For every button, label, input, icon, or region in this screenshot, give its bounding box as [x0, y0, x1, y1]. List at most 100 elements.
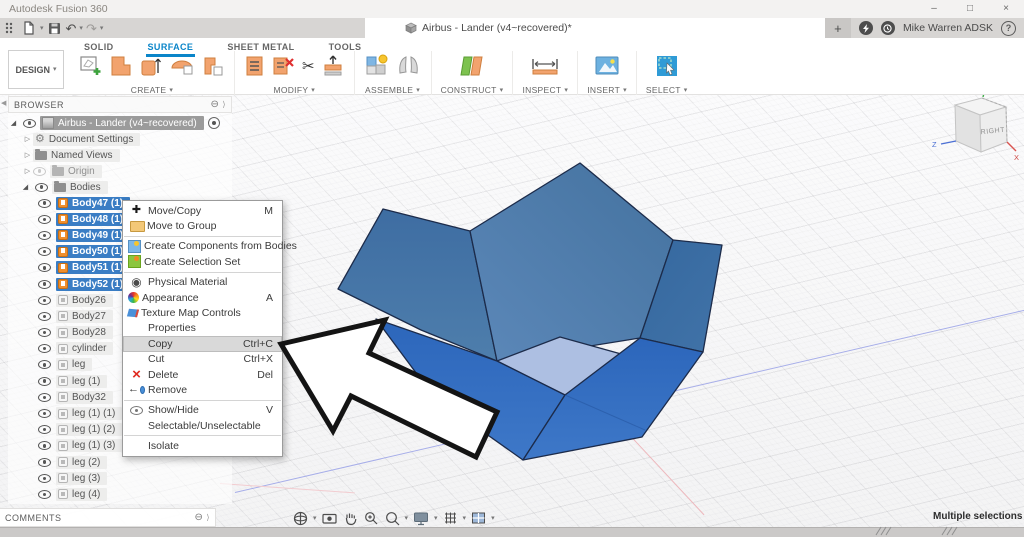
job-status-icon[interactable]	[858, 21, 873, 35]
body-visibility-eye-icon[interactable]	[38, 489, 51, 499]
group-label-insert[interactable]: INSERT ▾	[587, 85, 627, 95]
thicken-icon[interactable]	[321, 53, 345, 79]
browser-header[interactable]: BROWSER ⊖ ⟩	[8, 96, 232, 113]
body-visibility-eye-icon[interactable]	[38, 247, 51, 257]
undo-caret[interactable]: ▾	[79, 25, 83, 32]
context-menu-item[interactable]: Properties	[123, 321, 282, 336]
group-label-select[interactable]: SELECT ▾	[646, 85, 688, 95]
select-icon[interactable]	[654, 53, 680, 79]
create-sketch-icon[interactable]	[79, 54, 103, 78]
joint-icon[interactable]	[396, 53, 422, 79]
context-menu-item[interactable]: Appearance A	[123, 290, 282, 305]
browser-minimize-icon[interactable]: ⊖	[210, 99, 219, 110]
new-component-icon[interactable]	[364, 53, 390, 79]
press-pull-icon[interactable]	[244, 54, 266, 78]
new-tab-button[interactable]: +	[824, 18, 851, 38]
tree-item-body[interactable]: leg (4)	[8, 486, 232, 502]
extrude-icon[interactable]	[139, 53, 163, 79]
comments-chevron-icon[interactable]: ⟩	[206, 513, 210, 522]
group-label-create[interactable]: CREATE ▾	[131, 85, 173, 95]
root-expand-icon[interactable]: ◢	[8, 119, 19, 127]
help-icon[interactable]: ?	[1001, 20, 1016, 36]
collapse-icon[interactable]: ▷	[22, 167, 33, 175]
create-form-icon[interactable]	[109, 54, 133, 78]
context-menu-item[interactable]: Move/Copy M	[123, 203, 282, 218]
app-grid-icon[interactable]	[2, 20, 18, 36]
body-visibility-eye-icon[interactable]	[38, 457, 51, 467]
save-icon[interactable]	[47, 20, 63, 36]
origin-visibility-eye-icon[interactable]	[33, 166, 46, 176]
body-visibility-eye-icon[interactable]	[38, 230, 51, 240]
tree-item-origin[interactable]: ▷ Origin	[8, 163, 232, 179]
maximize-button[interactable]: □	[952, 0, 988, 18]
revolve-icon[interactable]	[169, 54, 195, 78]
tree-root-row[interactable]: ◢ Airbus - Lander (v4~recovered)	[8, 115, 232, 131]
undo-icon[interactable]: ↶	[66, 22, 77, 35]
browser-chevron-icon[interactable]: ⟩	[222, 100, 226, 109]
context-menu-item[interactable]: Copy Ctrl+C	[123, 336, 282, 352]
browser-collapse-icon[interactable]: ◀	[1, 99, 6, 107]
viewports-caret[interactable]: ▾	[491, 515, 495, 522]
body-visibility-eye-icon[interactable]	[38, 409, 51, 419]
file-menu-caret[interactable]: ▾	[40, 25, 44, 32]
body-visibility-eye-icon[interactable]	[38, 376, 51, 386]
collapse-icon[interactable]: ▷	[22, 135, 33, 143]
display-settings-caret[interactable]: ▾	[434, 515, 438, 522]
body-visibility-eye-icon[interactable]	[38, 392, 51, 402]
body-visibility-eye-icon[interactable]	[38, 214, 51, 224]
user-account-button[interactable]: Mike Warren ADSK	[903, 22, 993, 34]
construct-plane-icon[interactable]	[458, 53, 486, 79]
comments-minimize-icon[interactable]: ⊖	[194, 512, 203, 523]
delete-face-icon[interactable]	[272, 54, 296, 78]
body-visibility-eye-icon[interactable]	[38, 425, 51, 435]
context-menu-item[interactable]: Physical Material	[123, 275, 282, 290]
context-menu-item[interactable]: Remove	[123, 382, 282, 397]
zoom-window-caret[interactable]: ▾	[405, 515, 409, 522]
body-visibility-eye-icon[interactable]	[38, 198, 51, 208]
root-visibility-eye-icon[interactable]	[23, 118, 36, 128]
redo-caret[interactable]: ▾	[100, 25, 104, 32]
tree-item-body[interactable]: leg (3)	[8, 470, 232, 486]
body-visibility-eye-icon[interactable]	[38, 473, 51, 483]
expand-icon[interactable]: ◢	[20, 183, 31, 191]
context-menu-item[interactable]: Move to Group	[123, 218, 282, 233]
body-visibility-eye-icon[interactable]	[38, 295, 51, 305]
collapse-icon[interactable]: ▷	[22, 151, 33, 159]
redo-icon[interactable]: ↷	[86, 22, 97, 35]
measure-icon[interactable]	[530, 55, 560, 77]
body-visibility-eye-icon[interactable]	[38, 328, 51, 338]
context-menu-item[interactable]: Create Selection Set	[123, 254, 282, 269]
minimize-button[interactable]: –	[916, 0, 952, 18]
body-visibility-eye-icon[interactable]	[38, 279, 51, 289]
context-menu-item[interactable]: Isolate	[123, 438, 282, 453]
body-visibility-eye-icon[interactable]	[38, 360, 51, 370]
tree-item-named-views[interactable]: ▷ Named Views	[8, 147, 232, 163]
context-menu-item[interactable]: Selectable/Unselectable	[123, 418, 282, 433]
group-label-assemble[interactable]: ASSEMBLE ▾	[365, 85, 420, 95]
tree-item-bodies[interactable]: ◢ Bodies	[8, 179, 232, 195]
body-visibility-eye-icon[interactable]	[38, 441, 51, 451]
body-visibility-eye-icon[interactable]	[38, 311, 51, 321]
body-visibility-eye-icon[interactable]	[38, 263, 51, 273]
context-menu-item[interactable]: Create Components from Bodies	[123, 239, 297, 254]
body-visibility-eye-icon[interactable]	[38, 344, 51, 354]
context-menu-item[interactable]: Cut Ctrl+X	[123, 352, 282, 367]
workspace-selector[interactable]: DESIGN ▾	[8, 50, 64, 89]
context-menu-item[interactable]: Show/Hide V	[123, 403, 282, 418]
close-button[interactable]: ×	[988, 0, 1024, 18]
context-menu-item[interactable]: Delete Del	[123, 367, 282, 382]
notification-clock-icon[interactable]	[880, 21, 895, 35]
insert-image-icon[interactable]	[594, 54, 620, 78]
group-label-modify[interactable]: MODIFY ▾	[273, 85, 315, 95]
activate-component-icon[interactable]	[207, 117, 220, 129]
document-tab[interactable]: Airbus - Lander (v4~recovered)* ×	[365, 18, 843, 38]
grid-snap-caret[interactable]: ▾	[463, 515, 467, 522]
context-menu-item[interactable]: Texture Map Controls	[123, 305, 282, 320]
orbit-caret[interactable]: ▾	[313, 515, 317, 522]
trim-scissors-icon[interactable]: ✂	[302, 57, 315, 75]
bodies-visibility-eye-icon[interactable]	[35, 182, 48, 192]
group-label-construct[interactable]: CONSTRUCT ▾	[441, 85, 504, 95]
file-icon[interactable]	[21, 20, 37, 36]
tree-item-document-settings[interactable]: ▷ ⚙ Document Settings	[8, 131, 232, 147]
sweep-icon[interactable]	[201, 54, 225, 78]
